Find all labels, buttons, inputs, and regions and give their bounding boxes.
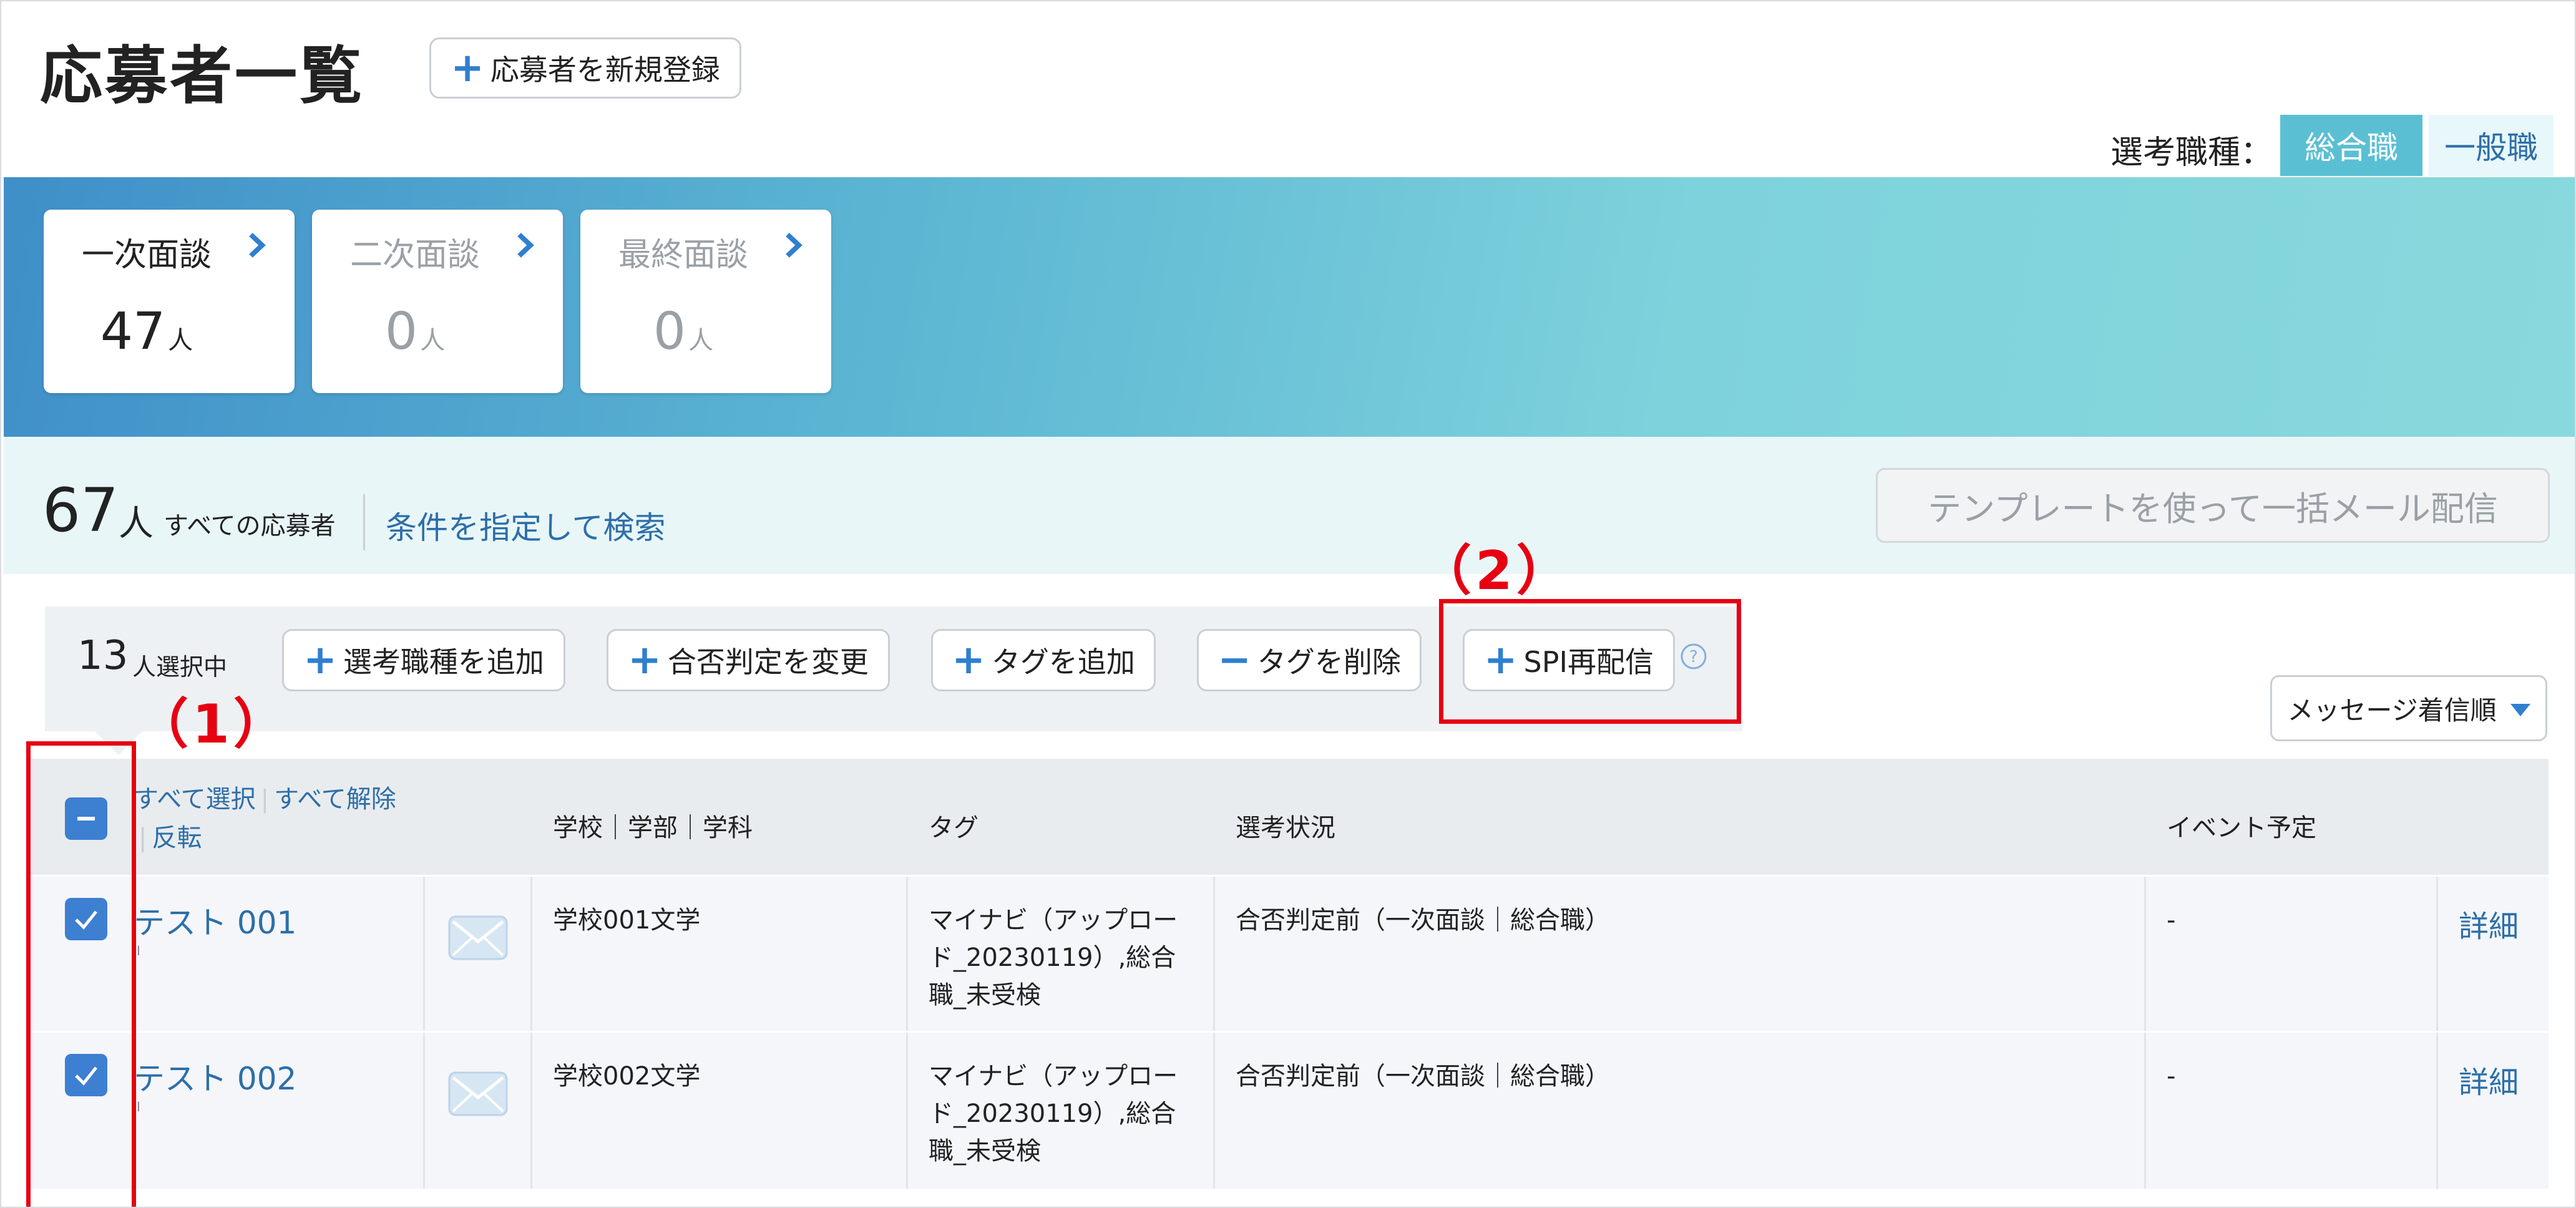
separator: | [260,785,270,814]
annotation-label-1: （1） [135,693,291,756]
divider [363,494,365,550]
total-label: すべての応募者 [163,512,336,540]
invert-selection-link[interactable]: 反転 [152,824,202,852]
tag-cell: マイナビ（アップロー ド_20230119）,総合 職_未受検 [929,902,1178,1014]
divider [2144,877,2146,1033]
selection-links: すべて選択 | すべて解除 | 反転 [134,780,396,857]
stage-band: 一次面談 47 人 二次面談 0人 最終面談 0人 [4,177,2575,437]
add-job-type-button[interactable]: + 選考職種を追加 [282,629,565,691]
stage-name: 最終面談 [618,236,748,274]
col-tag: タグ [929,814,978,842]
divider [2436,877,2438,1033]
col-status: 選考状況 [1236,814,1335,842]
divider [423,877,425,1033]
job-type-tab-general-career[interactable]: 総合職 [2280,115,2422,176]
divider [906,877,908,1033]
mail-icon[interactable] [447,1070,509,1118]
annotation-box-1 [26,741,136,1207]
stage-count: 0人 [384,302,446,361]
job-type-label: 選考職種： [2110,134,2273,172]
divider [530,877,532,1033]
new-applicant-button-label: 応募者を新規登録 [490,53,720,87]
add-job-type-label: 選考職種を追加 [343,645,544,679]
stage-card-second-interview[interactable]: 二次面談 0人 [312,210,563,393]
detail-link[interactable]: 詳細 [2459,1058,2519,1101]
event-cell: - [2167,1062,2176,1091]
sort-dropdown-label: メッセージ着信順 [2287,694,2497,726]
col-school: 学校｜学部｜学科 [553,814,753,842]
app-window: 応募者一覧 + 応募者を新規登録 選考職種： 総合職 一般職 一次面談 47 人 … [0,0,2576,1208]
divider [2436,1033,2438,1189]
plus-icon: + [451,45,484,91]
divider [2144,1033,2146,1189]
table-row: テスト 002 ╵ 学校002文学 マイナビ（アップロー ド_20230119）… [27,1031,2549,1189]
chevron-right-icon [249,233,266,258]
divider [530,1033,532,1189]
stage-count: 47 人 [100,302,193,361]
summary-bar: 67 人 すべての応募者 条件を指定して検索 テンプレートを使って一括メール配信 [4,437,2575,574]
plus-icon: + [303,637,337,683]
remove-tag-button[interactable]: − タグを削除 [1197,629,1422,691]
tag-cell: マイナビ（アップロー ド_20230119）,総合 職_未受検 [929,1058,1178,1170]
chevron-right-icon [786,233,803,258]
school-cell: 学校001文学 [553,906,701,935]
annotation-label-2: （2） [1418,540,1574,602]
divider [423,1033,425,1189]
page-title: 応募者一覧 [40,39,364,112]
selected-unit: 人選択中 [132,653,228,681]
chevron-right-icon [517,233,534,258]
applicant-table: すべて選択 | すべて解除 | 反転 学校｜学部｜学科 タグ 選考状況 イベント予定 … [27,759,2549,1207]
selected-count: 13 [77,633,129,679]
applicant-name-link[interactable]: テスト 001 [134,898,296,943]
total-unit: 人 [119,504,154,544]
deselect-all-link[interactable]: すべて解除 [274,785,396,814]
stage-card-final-interview[interactable]: 最終面談 0人 [580,210,831,393]
template-bulk-mail-button[interactable]: テンプレートを使って一括メール配信 [1876,468,2550,543]
change-pass-fail-button[interactable]: + 合否判定を変更 [607,629,890,691]
minus-icon: − [1217,637,1251,683]
tag-line: 職_未受検 [929,1137,1041,1166]
add-tag-label: タグを追加 [991,645,1135,679]
divider [1213,1033,1215,1189]
col-event: イベント予定 [2167,814,2316,842]
tag-line: 職_未受検 [929,981,1041,1010]
tag-line: マイナビ（アップロー [929,906,1178,935]
status-cell: 合否判定前（一次面談｜総合職） [1236,906,1610,935]
detail-link[interactable]: 詳細 [2459,902,2519,945]
total-count: 67 [42,475,119,545]
add-tag-button[interactable]: + タグを追加 [931,629,1156,691]
divider [1213,877,1215,1033]
tag-line: ド_20230119）,総合 [929,943,1176,972]
stage-name: 一次面談 [81,236,212,274]
change-pass-fail-label: 合否判定を変更 [667,645,869,679]
remove-tag-label: タグを削除 [1257,645,1401,679]
conditional-search-link[interactable]: 条件を指定して検索 [386,503,666,548]
new-applicant-button[interactable]: + 応募者を新規登録 [429,37,741,99]
tag-line: マイナビ（アップロー [929,1062,1178,1091]
tag-line: ド_20230119）,総合 [929,1099,1176,1128]
stage-card-first-interview[interactable]: 一次面談 47 人 [44,210,295,393]
stage-name: 二次面談 [349,236,480,274]
status-cell: 合否判定前（一次面談｜総合職） [1236,1062,1610,1091]
select-all-link[interactable]: すべて選択 [134,785,256,814]
event-cell: - [2167,906,2176,935]
sort-dropdown[interactable]: メッセージ着信順 [2270,675,2547,741]
table-header: すべて選択 | すべて解除 | 反転 学校｜学部｜学科 タグ 選考状況 イベント予定 [27,759,2549,875]
table-row: テスト 001 ╵ 学校001文学 マイナビ（アップロー ド_20230119）… [27,875,2549,1033]
annotation-box-2 [1439,599,1741,724]
applicant-name-link[interactable]: テスト 002 [134,1054,296,1099]
separator: | [139,824,147,852]
divider [906,1033,908,1189]
plus-icon: + [628,637,661,683]
stage-count: 0人 [653,302,714,361]
school-cell: 学校002文学 [553,1062,701,1091]
plus-icon: + [952,637,985,683]
mail-icon[interactable] [447,914,509,962]
caret-down-icon [2510,704,2530,716]
job-type-tab-general-staff[interactable]: 一般職 [2429,115,2554,176]
